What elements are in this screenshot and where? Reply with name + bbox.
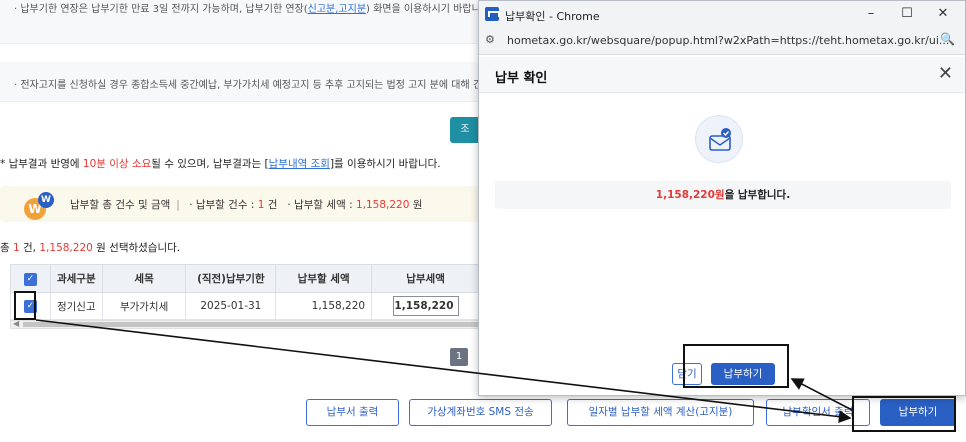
notice-extension-prefix: · 납부기한 연장은 납부기한 만료 3일 전까지 가능하며, 납부기한 연장( xyxy=(14,4,308,15)
inquiry-button[interactable]: 조 xyxy=(450,117,480,143)
selected-suffix: 원 선택하셨습니다. xyxy=(92,242,181,254)
scroll-left-icon[interactable]: ◀ xyxy=(13,319,19,328)
cell-amount-due: 1,158,220 xyxy=(275,292,373,320)
table-row: ✓ 정기신고 부가가치세 2025-01-31 1,158,220 1,158,… xyxy=(10,292,480,320)
popup-close-icon[interactable]: ✕ xyxy=(938,63,953,84)
result-note: * 납부결과 반영에 10분 이상 소요될 수 있으며, 납부결과는 [납부내역… xyxy=(0,156,441,171)
page-number-current[interactable]: 1 xyxy=(450,348,468,366)
selected-amount: 1,158,220 xyxy=(39,242,93,254)
selected-summary: 총 1 건, 1,158,220 원 선택하셨습니다. xyxy=(0,240,180,255)
logo-small-letter: W xyxy=(38,192,54,208)
payment-history-link[interactable]: 납부내역 조회 xyxy=(269,158,330,170)
selected-count: 1 xyxy=(13,242,20,254)
pay-amount-input[interactable]: 1,158,220 xyxy=(392,296,459,316)
selected-prefix: 총 xyxy=(0,242,13,254)
select-all-header[interactable]: ✓ xyxy=(10,264,51,293)
window-close-icon[interactable]: ✕ xyxy=(935,6,951,22)
popup-title: 납부 확인 xyxy=(495,71,548,86)
minimize-icon[interactable]: – xyxy=(863,6,879,22)
result-note-suffix: ]를 이용하시기 바랍니다. xyxy=(329,158,441,170)
extension-link[interactable]: 신고분,고지분 xyxy=(308,4,366,15)
sms-virtual-account-button[interactable]: 가상계좌번호 SMS 전송 xyxy=(409,399,552,426)
zoom-icon[interactable]: 🔍 xyxy=(940,32,955,46)
cell-category: 정기신고 xyxy=(49,292,103,320)
payment-icon xyxy=(695,115,743,163)
payment-confirm-popup: 납부확인 - Chrome – ☐ ✕ ⚙ hometax.go.kr/webs… xyxy=(478,0,966,396)
summary-text: 납부할 총 건수 및 금액 | · 납부할 건수 : 1 건 · 납부할 세액 :… xyxy=(70,199,423,211)
summary-amount-value: 1,158,220 xyxy=(355,199,410,211)
payment-envelope-icon xyxy=(709,128,731,151)
checkbox-highlight-box xyxy=(14,291,36,320)
cell-due-date: 2025-01-31 xyxy=(185,292,277,320)
notice-e-notice-text: · 전자고지를 신청하실 경우 종합소득세 중간예납, 부가가치세 예정고지 등… xyxy=(14,80,501,91)
cell-pay-amount: 1,158,220 xyxy=(371,292,480,320)
popup-addressbar: ⚙ hometax.go.kr/websquare/popup.html?w2x… xyxy=(479,29,965,55)
notice-box-extension: · 납부기한 연장은 납부기한 만료 3일 전까지 가능하며, 납부기한 연장(… xyxy=(0,0,493,44)
notice-extension-text: · 납부기한 연장은 납부기한 만료 3일 전까지 가능하며, 납부기한 연장(… xyxy=(14,0,493,15)
selected-middle: 건, xyxy=(19,242,40,254)
col-category: 과세구분 xyxy=(49,264,103,293)
payment-message-amount: 1,158,220원 xyxy=(655,189,725,201)
scrollbar-thumb[interactable] xyxy=(23,322,481,327)
col-due-date: (직전)납부기한 xyxy=(185,264,277,293)
payment-table: ✓ 과세구분 세목 (직전)납부기한 납부할 세액 납부세액 ✓ 정기신고 부가… xyxy=(10,264,480,320)
wetax-logo-icon: W W xyxy=(24,192,58,222)
hometax-app-icon xyxy=(485,7,500,21)
notice-box-e-notice: · 전자고지를 신청하실 경우 종합소득세 중간예납, 부가가치세 예정고지 등… xyxy=(0,62,501,102)
summary-amount-label: · 납부할 세액 : xyxy=(287,199,356,211)
summary-amount-unit: 원 xyxy=(409,199,423,211)
summary-count-unit: 건 xyxy=(264,199,278,211)
popup-window-title: 납부확인 - Chrome xyxy=(505,10,600,23)
result-note-highlight: 10분 이상 소요 xyxy=(82,158,152,170)
popup-pay-highlight-box xyxy=(683,344,789,388)
site-settings-icon[interactable]: ⚙ xyxy=(485,33,495,46)
cell-tax-item: 부가가치세 xyxy=(101,292,187,320)
result-note-middle: 될 수 있으며, 납부결과는 [ xyxy=(151,158,269,170)
print-bill-button[interactable]: 납부서 출력 xyxy=(306,399,399,426)
payment-message: 1,158,220원을 납부합니다. xyxy=(495,181,951,209)
calc-by-date-button[interactable]: 일자별 납부할 세액 계산(고지분) xyxy=(567,399,754,426)
select-all-checkbox[interactable]: ✓ xyxy=(23,272,37,286)
summary-title: 납부할 총 건수 및 금액 xyxy=(70,199,171,211)
summary-count-label: · 납부할 건수 : xyxy=(189,199,258,211)
result-note-prefix: * 납부결과 반영에 xyxy=(0,158,83,170)
col-pay-amount: 납부세액 xyxy=(371,264,480,293)
col-tax-item: 세목 xyxy=(101,264,187,293)
col-amount-due: 납부할 세액 xyxy=(275,264,373,293)
pay-button-highlight-box xyxy=(852,396,956,432)
popup-header: 납부 확인 ✕ xyxy=(479,57,965,93)
popup-titlebar[interactable]: 납부확인 - Chrome – ☐ ✕ xyxy=(479,1,965,29)
popup-url[interactable]: hometax.go.kr/websquare/popup.html?w2xPa… xyxy=(507,34,949,47)
maximize-icon[interactable]: ☐ xyxy=(899,6,915,22)
payment-message-suffix: 을 납부합니다. xyxy=(724,189,791,201)
payment-summary-box: W W 납부할 총 건수 및 금액 | · 납부할 건수 : 1 건 · 납부할 … xyxy=(0,186,480,222)
table-header-row: ✓ 과세구분 세목 (직전)납부기한 납부할 세액 납부세액 xyxy=(10,264,480,293)
notice-extension-suffix: ) 화면을 이용하시기 바랍니다. xyxy=(366,4,494,15)
table-horizontal-scrollbar[interactable]: ◀ xyxy=(10,319,481,329)
